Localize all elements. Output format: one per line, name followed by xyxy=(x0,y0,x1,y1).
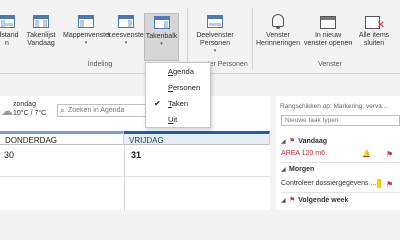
date-thursday: 30 xyxy=(4,150,15,160)
search-icon: ⌕ xyxy=(60,106,65,115)
menu-item-personen[interactable]: Personen xyxy=(146,81,210,95)
weather-cloud-icon: ☁ xyxy=(1,104,13,118)
close-all-icon: ✕ xyxy=(365,14,385,31)
chevron-down-icon: ▾ xyxy=(213,48,217,54)
reminders-window-button[interactable]: Venster Herinneringen xyxy=(255,14,301,48)
task-group-volgende-week[interactable]: ◢ ⚑ Volgende week xyxy=(281,196,348,204)
collapse-icon: ◢ xyxy=(281,198,286,204)
chevron-down-icon: ▾ xyxy=(160,41,163,47)
task-sort-label[interactable]: Rangschikken op: Markering: verva... xyxy=(280,103,387,110)
tasklist-icon xyxy=(32,14,50,30)
task-group-vandaag[interactable]: ◢ ⚑ Vandaag xyxy=(281,137,327,145)
todo-bar-button[interactable]: Takenbalk ▾ xyxy=(144,13,179,61)
folder-pane-icon xyxy=(77,14,95,30)
group-label-indeling: Indeling xyxy=(87,61,113,68)
ribbon-separator xyxy=(187,8,188,70)
collapse-icon: ◢ xyxy=(281,139,286,145)
task-row-controleer[interactable]: Controleer dossiergegevens ... xyxy=(281,180,376,187)
people-pane-icon xyxy=(206,14,224,30)
bell-icon xyxy=(269,14,287,30)
task-row-area[interactable]: AREA 120 m6 xyxy=(281,150,325,157)
menu-item-uit[interactable]: Uit xyxy=(146,113,210,127)
close-all-items-button[interactable]: ✕ Alle items sluiten xyxy=(354,14,394,48)
ribbon-separator xyxy=(252,8,253,70)
open-new-window-button[interactable]: In nieuw venster openen xyxy=(304,14,352,48)
reading-pane-button[interactable]: Leesvenster ▾ xyxy=(108,14,146,46)
menu-item-agenda[interactable]: Agenda xyxy=(146,65,210,79)
divider xyxy=(281,162,400,163)
flag-icon[interactable]: ⚑ xyxy=(386,180,393,189)
day-divider xyxy=(124,145,125,210)
reminder-bell-icon[interactable]: 🔔 xyxy=(362,150,371,158)
search-placeholder: Zoeken in Agenda xyxy=(68,107,125,114)
divider xyxy=(281,192,400,193)
task-group-morgen[interactable]: ◢ Morgen xyxy=(281,166,314,173)
group-label-venster: Venster xyxy=(318,61,342,68)
reading-pane-icon xyxy=(117,14,135,30)
weather-day: zondag xyxy=(13,101,36,108)
todo-bar-icon xyxy=(153,15,171,31)
menu-item-taken[interactable]: ✔ Taken xyxy=(146,97,210,111)
spacing-icon xyxy=(0,14,16,30)
chevron-down-icon: ▾ xyxy=(124,40,128,46)
flag-icon: ⚑ xyxy=(289,197,296,204)
people-pane-button[interactable]: Deelvenster Personen ▾ xyxy=(192,14,238,54)
new-task-placeholder: Nieuwe taak typen xyxy=(285,117,339,124)
flag-icon[interactable]: ⚑ xyxy=(386,150,393,159)
category-marker xyxy=(377,179,381,188)
date-friday: 31 xyxy=(131,150,142,160)
folder-pane-button[interactable]: Mappenvenster ▾ xyxy=(63,14,111,46)
column-header-thursday[interactable]: DONDERDAG xyxy=(0,131,124,145)
spacing-button[interactable]: afstand n xyxy=(0,14,20,48)
collapse-icon: ◢ xyxy=(281,167,286,173)
checkmark-icon: ✔ xyxy=(154,99,161,108)
flag-icon: ⚑ xyxy=(289,138,296,145)
grid-line xyxy=(0,176,270,177)
column-header-friday[interactable]: VRIJDAG xyxy=(124,131,270,145)
new-task-input[interactable]: Nieuwe taak typen xyxy=(281,115,400,126)
tasklist-today-button[interactable]: Takenlijst Vandaag xyxy=(22,14,60,48)
chevron-down-icon: ▾ xyxy=(84,40,88,46)
new-window-icon xyxy=(319,14,337,30)
weather-temp: 10°C / 7°C xyxy=(13,110,47,117)
todo-bar-dropdown: Agenda Personen ✔ Taken Uit xyxy=(145,62,211,128)
